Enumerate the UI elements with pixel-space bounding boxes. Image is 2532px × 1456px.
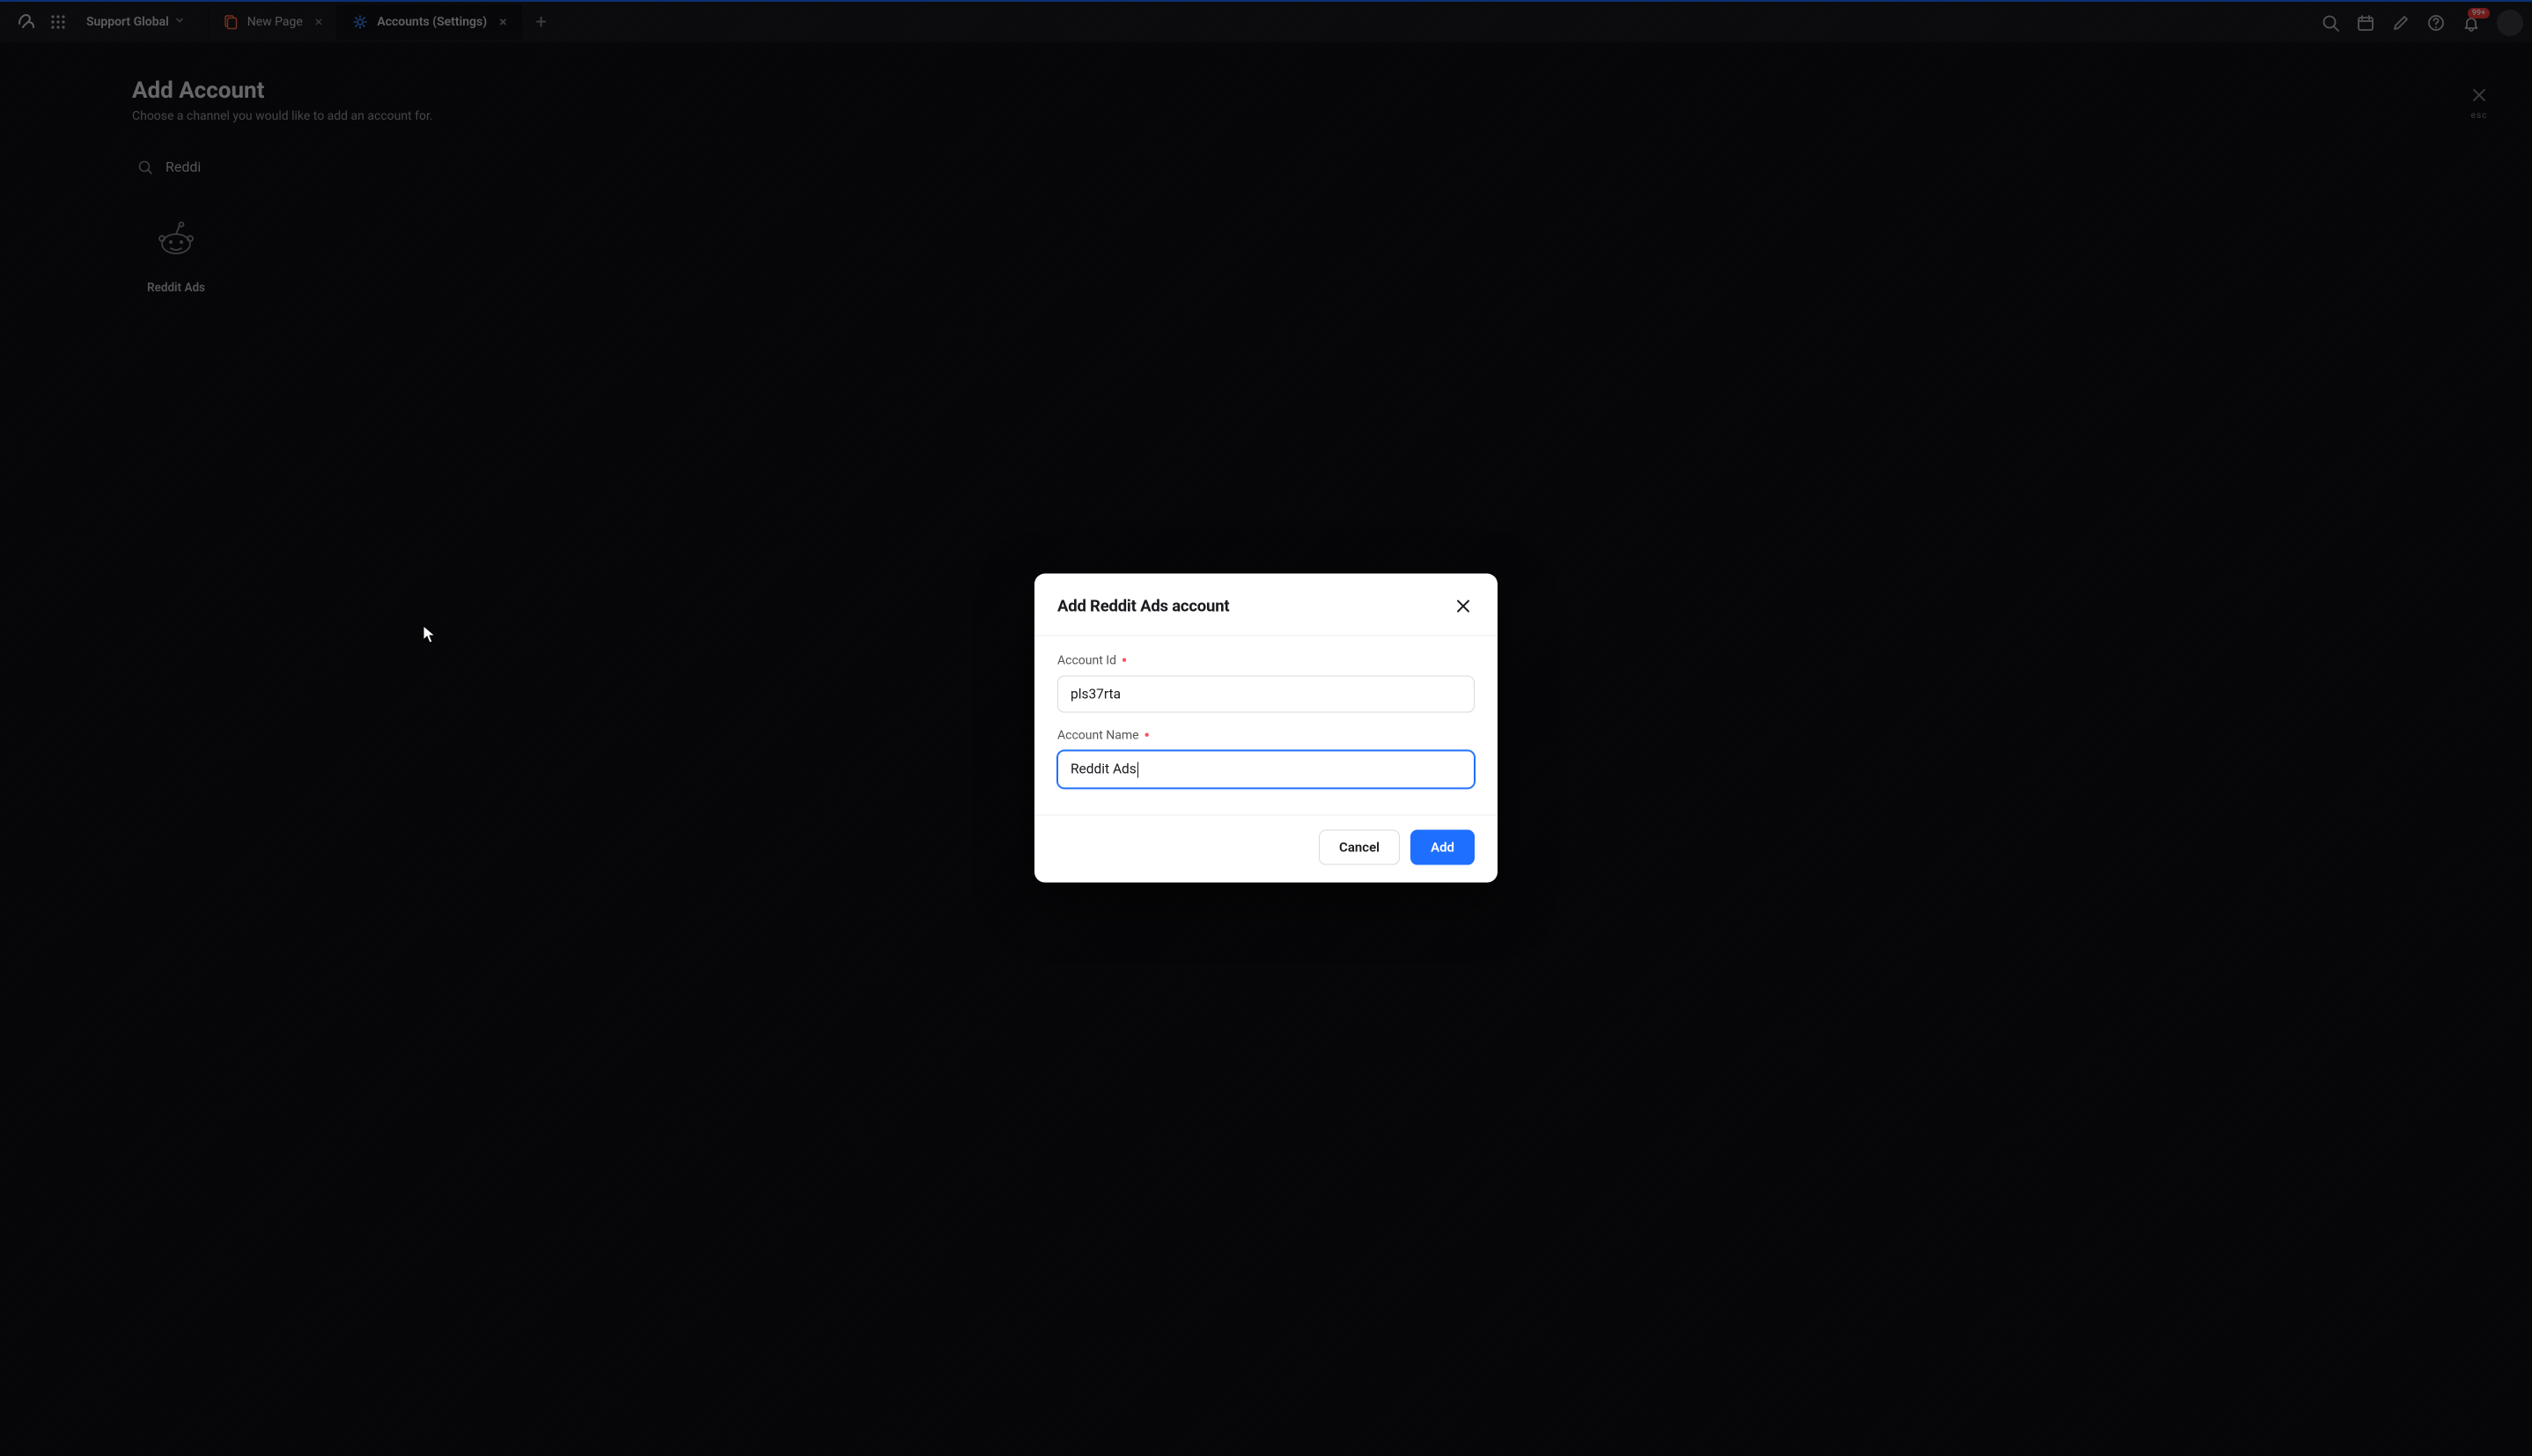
account-name-input[interactable]: Reddit Ads [1057, 751, 1475, 789]
add-reddit-ads-modal: Add Reddit Ads account Account Id● pls37… [1034, 574, 1498, 883]
account-id-label: Account Id● [1057, 654, 1475, 668]
add-button[interactable]: Add [1410, 829, 1475, 864]
account-name-label: Account Name● [1057, 729, 1475, 743]
modal-close-button[interactable] [1452, 595, 1475, 618]
account-name-value: Reddit Ads [1071, 761, 1137, 777]
modal-title: Add Reddit Ads account [1057, 597, 1229, 616]
text-caret [1137, 761, 1138, 777]
account-id-value: pls37rta [1071, 687, 1121, 702]
required-icon: ● [1145, 730, 1150, 739]
account-id-input[interactable]: pls37rta [1057, 676, 1475, 713]
required-icon: ● [1122, 655, 1127, 665]
cancel-button[interactable]: Cancel [1319, 829, 1400, 864]
